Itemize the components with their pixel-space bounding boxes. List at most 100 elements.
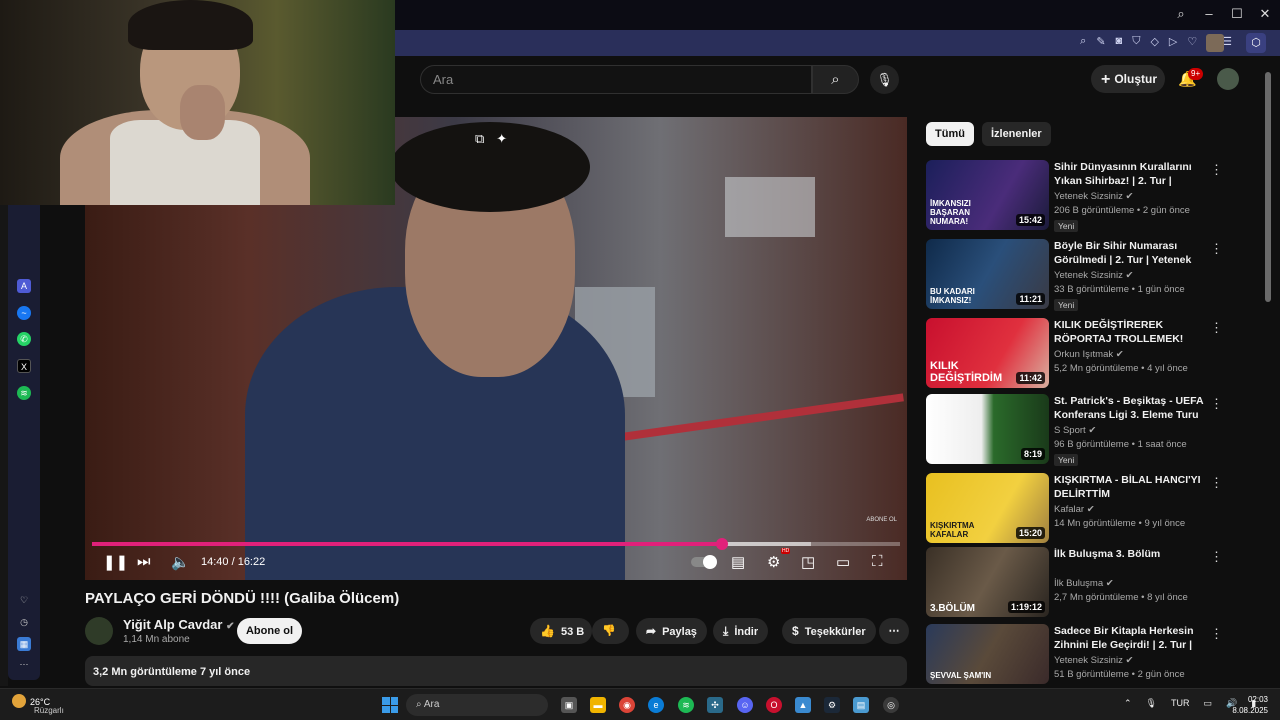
- settings-icon[interactable]: ⚙: [767, 553, 780, 571]
- heart-icon[interactable]: ♡: [1187, 35, 1197, 48]
- list-item[interactable]: BU KADARI İMKANSIZ! 11:21 Böyle Bir Sihi…: [926, 239, 1256, 311]
- extensions-icon[interactable]: ▦: [17, 637, 31, 651]
- scrollbar-thumb[interactable]: [1265, 72, 1271, 302]
- opera-icon[interactable]: O: [766, 697, 782, 713]
- next-icon[interactable]: ⏭: [137, 553, 151, 570]
- x-icon[interactable]: X: [17, 359, 31, 373]
- edge-icon[interactable]: e: [648, 697, 664, 713]
- theater-icon[interactable]: ▭: [836, 553, 850, 571]
- scrollbar[interactable]: [1265, 60, 1271, 680]
- chip-all[interactable]: Tümü: [926, 122, 974, 146]
- list-item[interactable]: ŞEVVAL ŞAM'IN Sadece Bir Kitapla Herkesi…: [926, 624, 1256, 684]
- channel-name[interactable]: Yiğit Alp Cavdar ✔: [123, 617, 234, 632]
- video-title[interactable]: İlk Buluşma 3. Bölüm: [1054, 547, 1204, 561]
- messenger-icon[interactable]: ~: [17, 306, 31, 320]
- description-box[interactable]: 3,2 Mn görüntüleme 7 yıl önce: [85, 656, 907, 686]
- download-button[interactable]: ⤓ İndir: [713, 618, 769, 644]
- microphone-icon[interactable]: 🎙: [1146, 698, 1157, 709]
- vpn-icon[interactable]: ◇: [1150, 35, 1158, 48]
- more-icon[interactable]: ⋮: [1210, 241, 1223, 257]
- whatsapp-icon[interactable]: ✆: [17, 332, 31, 346]
- sparkle-icon[interactable]: ✦: [496, 131, 507, 147]
- video-title[interactable]: Sadece Bir Kitapla Herkesin Zihnini Ele …: [1054, 624, 1204, 652]
- channel-name[interactable]: Yetenek Sizsiniz ✔: [1054, 655, 1133, 666]
- scrubber-handle[interactable]: [716, 538, 729, 550]
- list-item[interactable]: 8:19 St. Patrick's - Beşiktaş - UEFA Kon…: [926, 394, 1256, 466]
- search-button[interactable]: ⌕: [812, 65, 859, 94]
- video-thumbnail[interactable]: KILIK DEĞİŞTİRDİM 11:42: [926, 318, 1049, 388]
- pause-icon[interactable]: ❚❚: [103, 553, 128, 571]
- video-thumbnail[interactable]: 8:19: [926, 394, 1049, 464]
- list-item[interactable]: İMKANSIZI BAŞARAN NUMARA! 15:42 Sihir Dü…: [926, 160, 1256, 232]
- more-icon[interactable]: ⋯: [17, 657, 31, 671]
- more-icon[interactable]: ⋮: [1210, 626, 1223, 642]
- search-tabs-icon[interactable]: ⌕: [1174, 6, 1188, 22]
- file-explorer-icon[interactable]: ▬: [590, 697, 606, 713]
- progress-bar[interactable]: [92, 538, 900, 550]
- task-view-icon[interactable]: ▣: [561, 697, 577, 713]
- zoom-icon[interactable]: ⌕: [1080, 35, 1086, 48]
- video-thumbnail[interactable]: ŞEVVAL ŞAM'IN: [926, 624, 1049, 684]
- list-item[interactable]: KILIK DEĞİŞTİRDİM 11:42 KILIK DEĞİŞTİRER…: [926, 318, 1256, 390]
- channel-name[interactable]: İlk Buluşma ✔: [1054, 578, 1114, 589]
- video-title[interactable]: KILIK DEĞİŞTİREREK RÖPORTAJ TROLLEMEK!: [1054, 318, 1204, 346]
- photos-icon[interactable]: ▲: [795, 697, 811, 713]
- maximize-icon[interactable]: ☐: [1230, 6, 1244, 22]
- video-thumbnail[interactable]: İMKANSIZI BAŞARAN NUMARA! 15:42: [926, 160, 1049, 230]
- avatar[interactable]: [1217, 68, 1239, 90]
- video-title[interactable]: KIŞKIRTMA - BİLAL HANCI'YI DELİRTTİM: [1054, 473, 1204, 501]
- play-icon[interactable]: ▷: [1169, 35, 1177, 48]
- fullscreen-icon[interactable]: ⛶: [872, 553, 883, 570]
- app-icon[interactable]: ◎: [883, 697, 899, 713]
- minimize-icon[interactable]: –: [1202, 6, 1216, 22]
- heart-icon[interactable]: ♡: [17, 593, 31, 607]
- create-button[interactable]: + Oluştur: [1091, 65, 1165, 93]
- channel-avatar[interactable]: [85, 617, 113, 645]
- channel-name[interactable]: Kafalar ✔: [1054, 504, 1095, 515]
- discord-icon[interactable]: ☺: [737, 697, 753, 713]
- share-button[interactable]: ➦ Paylaş: [636, 618, 707, 644]
- list-item[interactable]: 3.BÖLÜM 1:19:12 İlk Buluşma 3. Bölüm İlk…: [926, 547, 1256, 619]
- channel-name[interactable]: Orkun Işıtmak ✔: [1054, 349, 1124, 360]
- chip-watched[interactable]: İzlenenler: [981, 122, 1051, 146]
- volume-icon[interactable]: 🔈: [171, 553, 190, 571]
- more-icon[interactable]: ⋮: [1210, 320, 1223, 336]
- video-title[interactable]: St. Patrick's - Beşiktaş - UEFA Konferan…: [1054, 394, 1204, 422]
- network-icon[interactable]: ▭: [1203, 698, 1212, 709]
- taskbar-search[interactable]: ⌕ Ara: [406, 694, 548, 716]
- more-icon[interactable]: ⋮: [1210, 396, 1223, 412]
- language-indicator[interactable]: TUR: [1171, 698, 1190, 709]
- autoplay-toggle[interactable]: [691, 555, 717, 569]
- app-icon[interactable]: ✣: [707, 697, 723, 713]
- more-icon[interactable]: ⋮: [1210, 162, 1223, 178]
- search-input[interactable]: Ara: [420, 65, 812, 94]
- pip-icon[interactable]: ⧉: [475, 131, 484, 147]
- subtitles-icon[interactable]: ▤: [731, 553, 745, 571]
- history-icon[interactable]: ◷: [17, 615, 31, 629]
- voice-search-button[interactable]: 🎙: [870, 65, 899, 94]
- video-title[interactable]: Böyle Bir Sihir Numarası Görülmedi | 2. …: [1054, 239, 1204, 267]
- more-actions-button[interactable]: ⋯: [879, 618, 909, 644]
- thanks-button[interactable]: $ Teşekkürler: [782, 618, 876, 644]
- close-icon[interactable]: ✕: [1258, 6, 1272, 22]
- chrome-icon[interactable]: ◉: [619, 697, 635, 713]
- weather-widget[interactable]: 26°C Rüzgarlı: [12, 694, 64, 715]
- chevron-up-icon[interactable]: ⌃: [1124, 698, 1132, 709]
- miniplayer-icon[interactable]: ◳: [801, 553, 815, 571]
- video-thumbnail[interactable]: 3.BÖLÜM 1:19:12: [926, 547, 1049, 617]
- more-icon[interactable]: ⋮: [1210, 549, 1223, 565]
- edit-icon[interactable]: ✎: [1096, 35, 1105, 48]
- channel-name[interactable]: Yetenek Sizsiniz ✔: [1054, 270, 1133, 281]
- shield-icon[interactable]: ⛉: [1132, 35, 1140, 48]
- list-item[interactable]: KIŞKIRTMA KAFALAR 15:20 KIŞKIRTMA - BİLA…: [926, 473, 1256, 545]
- video-thumbnail[interactable]: KIŞKIRTMA KAFALAR 15:20: [926, 473, 1049, 543]
- like-button[interactable]: 👍 53 B: [530, 618, 592, 644]
- steam-icon[interactable]: ⚙: [824, 697, 840, 713]
- clock[interactable]: 02:03 8.08.2025: [1232, 694, 1268, 716]
- camera-icon[interactable]: ◙: [1116, 35, 1123, 48]
- more-icon[interactable]: ⋮: [1210, 475, 1223, 491]
- spotify-icon[interactable]: ≋: [678, 697, 694, 713]
- subscribe-button[interactable]: Abone ol: [237, 618, 302, 644]
- channel-name[interactable]: S Sport ✔: [1054, 425, 1096, 436]
- spotify-icon[interactable]: ≋: [17, 386, 31, 400]
